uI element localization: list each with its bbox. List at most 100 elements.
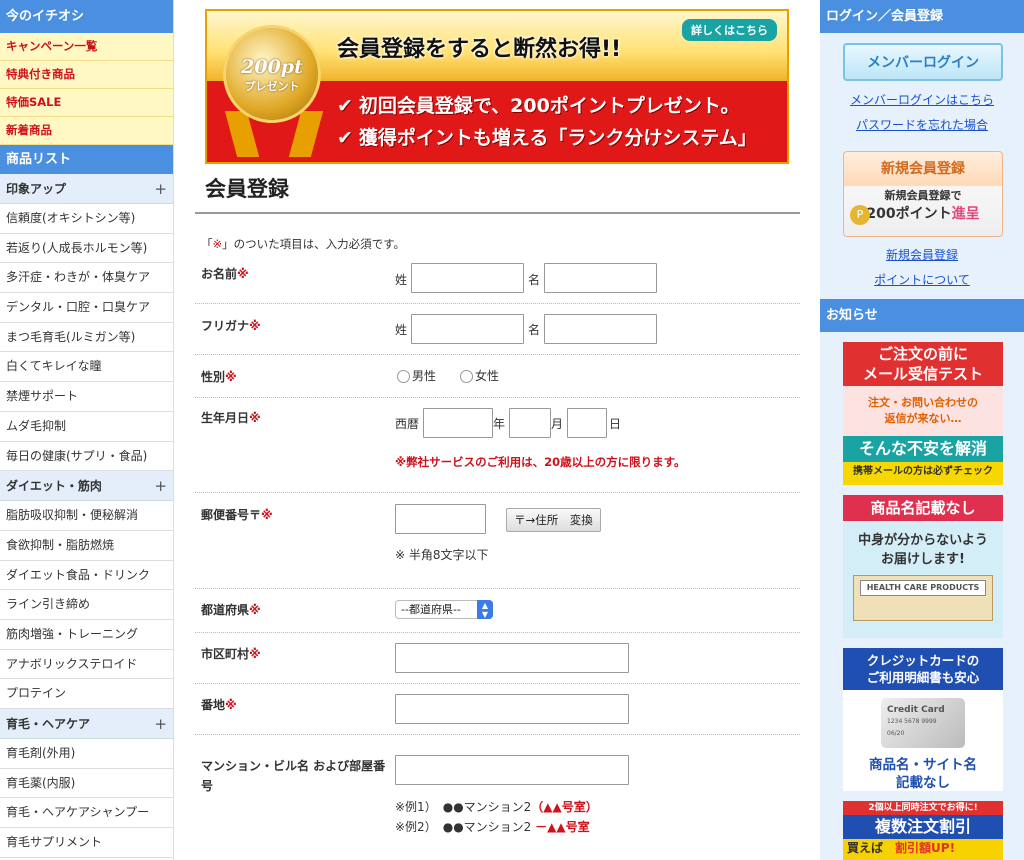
required-note: 「※」のついた項目は、入力必須です。 [201,236,405,252]
login-heading: ログイン／会員登録 [820,0,1024,33]
address-row: 番地※ [195,684,800,735]
day-label: 日 [609,417,622,431]
promo-link-new-items[interactable]: 新着商品 [0,117,173,145]
medal-points: 200pt [241,56,303,78]
category-item[interactable]: 白くてキレイな瞳 [0,352,173,383]
category-header[interactable]: ダイエット・筋肉 + [0,471,173,502]
zip-to-address-button[interactable]: 〒→住所 変換 [506,508,601,532]
city-input[interactable] [395,643,629,673]
ad-footer: 携帯メールの方は必ずチェック [843,462,1003,485]
sei-label: 姓 [395,273,408,287]
building-input[interactable] [395,755,629,785]
last-name-input[interactable] [411,263,524,293]
category-item[interactable]: 育毛剤(外用) [0,739,173,769]
select-arrows-icon: ▲ ▼ [477,600,493,619]
no-product-name-ad[interactable]: 商品名記載なし 中身が分からないよう お届けします! HEALTH CARE PR… [843,495,1003,638]
banner-details-button[interactable]: 詳しくはこちら [682,19,777,41]
category-item[interactable]: 筋肉増強・トレーニング [0,620,173,650]
example-text: ●●マンション2 [442,820,532,834]
expand-icon[interactable]: + [154,709,167,739]
category-header[interactable]: 育毛・ヘアケア + [0,709,173,739]
new-registration-link[interactable]: 新規会員登録 [820,246,1024,263]
category-item[interactable]: ムダ毛抑制 [0,412,173,442]
birthdate-row: 生年月日※ 西暦 年 月 日 ※弊社サービスのご利用は、20歳以上の方に限ります… [195,398,800,493]
banner-headline: 会員登録をすると断然お得!! [337,37,622,62]
promo-link-bonus-items[interactable]: 特典付き商品 [0,61,173,89]
category-item[interactable]: 若返り(人成長ホルモン等) [0,234,173,264]
ad-cta: そんな不安を解消 [843,436,1003,462]
category-item[interactable]: デンタル・口腔・口臭ケア [0,293,173,323]
name-label: お名前※ [201,264,391,284]
registration-banner[interactable]: 200pt プレゼント 会員登録をすると断然お得!! 詳しくはこちら ✔ 初回会員登… [205,9,789,164]
category-item[interactable]: ライン引き締め [0,590,173,620]
first-name-input[interactable] [544,263,657,293]
expand-icon[interactable]: + [154,174,167,204]
gender-row: 性別※ 男性 女性 [195,355,800,398]
category-item[interactable]: 毎日の健康(サプリ・食品) [0,442,173,472]
banner-benefit-text: 獲得ポイントも増える「ランク分けシステム」 [358,127,757,149]
birth-day-input[interactable] [567,408,607,438]
category-label: 育毛・ヘアケア [6,717,91,731]
category-item[interactable]: 食欲抑制・脂肪燃焼 [0,531,173,561]
login-panel: メンバーログイン メンバーログインはこちら パスワードを忘れた場合 新規会員登録… [820,33,1024,299]
ad-line: お届けします! [881,552,965,567]
category-item[interactable]: 信頼度(オキシトシン等) [0,204,173,234]
forgot-password-link[interactable]: パスワードを忘れた場合 [820,116,1024,133]
expand-icon[interactable]: + [154,471,167,501]
banner-benefit-1: ✔ 初回会員登録で、200ポイントプレゼント。 [337,91,739,118]
category-item[interactable]: 禁煙サポート [0,382,173,412]
category-item[interactable]: ダイエット食品・ドリンク [0,561,173,591]
label-text: 生年月日 [201,411,250,425]
label-text: 市区町村 [201,647,250,661]
ad-title: 複数注文割引 [843,815,1003,839]
female-radio[interactable] [460,370,473,383]
prefecture-label: 都道府県※ [201,600,391,620]
category-item[interactable]: 育毛・ヘアケアシャンプー [0,798,173,829]
zip-label: 郵便番号〒※ [201,505,391,525]
new-registration-banner[interactable]: 新規会員登録 新規会員登録で 200ポイント進呈 [843,151,1003,237]
note-prefix: 「 [201,237,213,251]
category-item[interactable]: 多汗症・わきが・体臭ケア [0,263,173,294]
category-item[interactable]: まつ毛育毛(ルミガン等) [0,323,173,353]
birth-month-input[interactable] [509,408,551,438]
category-item[interactable]: 育毛薬(内服) [0,769,173,799]
male-radio[interactable] [397,370,410,383]
category-item[interactable]: 脂肪吸収抑制・便秘解消 [0,501,173,531]
category-item[interactable]: 育毛サプリメント [0,828,173,858]
member-login-button[interactable]: メンバーログイン [843,43,1003,81]
ad-middle: 注文・お問い合わせの 返信が来ない… [843,386,1003,436]
ad-message: 商品名・サイト名 記載なし [843,756,1003,791]
prefecture-select[interactable]: --都道府県-- ▲ ▼ [395,600,493,619]
street-address-input[interactable] [395,694,629,724]
credit-card-ad[interactable]: クレジットカードの ご利用明細書も安心 Credit Card 1234 5678 … [843,648,1003,791]
member-login-link[interactable]: メンバーログインはこちら [820,91,1024,108]
example-highlight: （▲▲号室） [531,800,598,814]
ad-line: 記載なし [896,775,950,791]
card-number: 1234 5678 9999 [887,718,937,725]
multi-order-discount-ad[interactable]: 2個以上同時注文でお得に! 複数注文割引 買えば 割引額UP! [843,801,1003,860]
ad-line: 商品名・サイト名 [869,757,977,773]
medal-ribbon [288,111,324,157]
city-label: 市区町村※ [201,644,391,664]
first-name-kana-input[interactable] [544,314,657,344]
mail-test-ad[interactable]: ご注文の前に メール受信テスト 注文・お問い合わせの 返信が来ない… そんな不安を解… [843,342,1003,485]
promo-link-campaigns[interactable]: キャンペーン一覧 [0,33,173,61]
banner-benefit-2: ✔ 獲得ポイントも増える「ランク分けシステム」 [337,123,757,150]
birth-year-input[interactable] [423,408,493,438]
category-item[interactable]: プロテイン [0,679,173,709]
category-header[interactable]: 印象アップ + [0,174,173,204]
city-row: 市区町村※ [195,633,800,684]
category-item[interactable]: アナボリックステロイド [0,650,173,680]
points-info-link[interactable]: ポイントについて [820,271,1024,288]
female-label: 女性 [475,369,500,383]
example-prefix: ※例2） [395,820,431,834]
required-mark: ※ [249,319,261,333]
ad-line: 注文・お問い合わせの [868,396,978,409]
promo-link-sale[interactable]: 特価SALE [0,89,173,117]
banner-benefit-text: 初回会員登録で、200ポイントプレゼント。 [358,95,740,117]
last-name-kana-input[interactable] [411,314,524,344]
ad-line: 買えば [847,841,884,855]
example-highlight: －▲▲号室 [535,820,590,834]
age-warning: ※弊社サービスのご利用は、20歳以上の方に限ります。 [395,455,686,469]
zip-input[interactable] [395,504,486,534]
